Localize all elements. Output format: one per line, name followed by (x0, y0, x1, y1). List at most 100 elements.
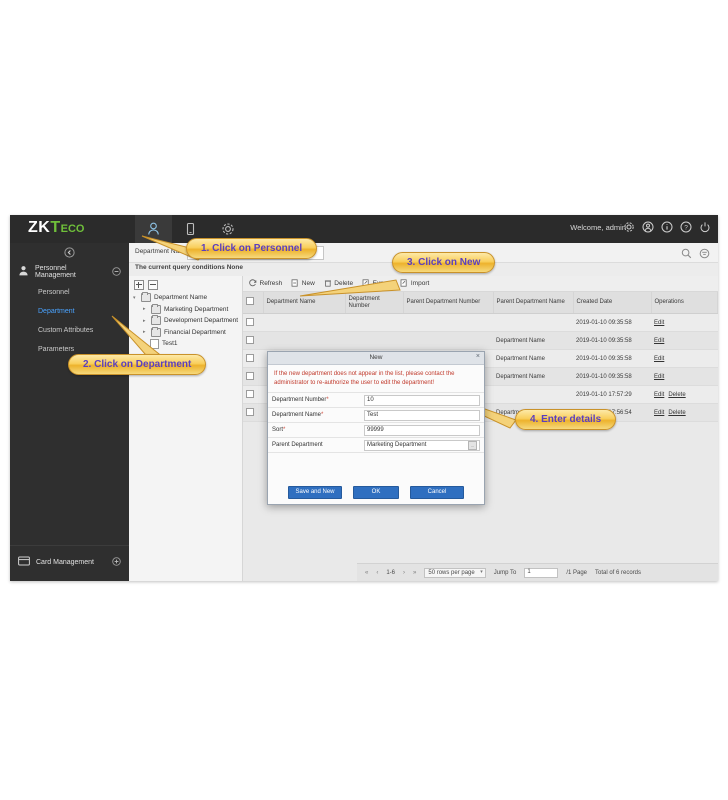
collapse-icon[interactable] (148, 280, 158, 290)
sidebar-item-personnel[interactable]: Personnel (10, 283, 129, 302)
field-row-department-name: Department Name* Test (268, 407, 484, 422)
welcome-text: Welcome, admin (570, 223, 626, 232)
folder-icon (151, 303, 161, 314)
sidebar-collapse-button[interactable] (10, 243, 129, 261)
delete-link[interactable]: Delete (668, 410, 685, 416)
tree-node-root[interactable]: ▾ Department Name (129, 292, 242, 304)
edit-link[interactable]: Edit (654, 320, 664, 326)
callout-1: 1. Click on Personnel (186, 238, 318, 259)
next-page-button[interactable]: › (403, 570, 405, 576)
edit-link[interactable]: Edit (654, 356, 664, 362)
sidebar-group-card-management[interactable]: Card Management (10, 551, 129, 573)
logo-eco-text: ECO (60, 223, 85, 235)
callout-label: 2. Click on Department (68, 354, 207, 375)
power-icon[interactable] (698, 220, 712, 234)
tree-node-label: Marketing Department (164, 305, 229, 313)
prev-page-button[interactable]: ‹ (376, 570, 378, 576)
field-row-department-number: Department Number* 10 (268, 392, 484, 407)
column-created-date[interactable]: Created Date (573, 292, 652, 314)
required-marker: * (326, 397, 329, 403)
info-icon[interactable] (660, 220, 674, 234)
close-icon[interactable]: × (476, 353, 480, 360)
edit-link[interactable]: Edit (654, 374, 664, 380)
jump-to-input[interactable]: 1 (524, 567, 559, 578)
column-parent-department-number[interactable]: Parent Department Number (403, 292, 494, 314)
delete-link[interactable]: Delete (668, 392, 685, 398)
search-tools (681, 246, 710, 264)
callout-tail-3 (299, 279, 401, 297)
select-all-checkbox[interactable] (246, 297, 254, 306)
cell-operations: Edit (651, 367, 718, 386)
jump-to-label: Jump To (493, 569, 517, 576)
gear-icon (221, 222, 235, 236)
zkteco-application-window: ZKTECO Welcome, admin ? Personnel Manage… (10, 215, 718, 581)
row-checkbox[interactable] (246, 389, 254, 398)
callout-label: 1. Click on Personnel (186, 238, 318, 259)
callout-4: 4. Enter details (515, 409, 617, 430)
zkteco-logo: ZKTECO (28, 219, 84, 237)
cell-parent-department-number (403, 313, 493, 332)
cell-operations: Edit (651, 331, 718, 350)
parent-department-select[interactable]: Marketing Department … (364, 439, 480, 451)
refresh-icon (249, 278, 257, 289)
row-checkbox[interactable] (246, 371, 254, 380)
header-icon-group: ? (622, 220, 712, 234)
last-page-button[interactable]: » (413, 570, 416, 576)
sidebar-group-label: Personnel Management (35, 265, 76, 279)
cancel-button[interactable]: Cancel (410, 485, 464, 499)
sidebar-group-personnel-management[interactable]: Personnel Management (10, 261, 129, 283)
cell-department-name (263, 313, 345, 332)
column-parent-department-name[interactable]: Parent Department Name (493, 292, 574, 314)
main-content-area: Department Name The current query condit… (129, 243, 718, 581)
save-and-new-button[interactable]: Save and New (288, 485, 342, 499)
parent-department-value: Marketing Department (367, 442, 427, 448)
first-page-button[interactable]: « (365, 570, 368, 576)
edit-link[interactable]: Edit (654, 338, 664, 344)
row-checkbox[interactable] (246, 335, 254, 344)
chevron-right-icon[interactable]: ▸ (143, 306, 148, 312)
row-checkbox[interactable] (246, 353, 254, 362)
advanced-search-icon[interactable] (699, 246, 710, 264)
cell-created-date: 2019-01-10 09:35:58 (573, 331, 651, 350)
new-department-dialog: New × If the new department does not app… (267, 351, 485, 505)
cell-operations: Edit Delete (651, 403, 718, 422)
ok-button[interactable]: OK (353, 485, 399, 499)
dialog-title-bar: New × (268, 352, 484, 365)
sort-input[interactable]: 99999 (364, 424, 480, 436)
card-icon (18, 553, 30, 571)
expand-toggle-icon[interactable] (112, 553, 121, 571)
tree-toolbar (129, 276, 242, 292)
left-sidebar: Personnel Management Personnel Departmen… (10, 243, 129, 581)
department-name-input[interactable]: Test (364, 409, 480, 421)
cell-department-name (263, 331, 345, 350)
user-icon[interactable] (641, 220, 655, 234)
row-checkbox-cell (243, 403, 263, 422)
field-label: Department Name* (272, 412, 324, 418)
browse-icon[interactable]: … (468, 440, 477, 450)
top-header-bar: ZKTECO Welcome, admin ? (10, 215, 718, 243)
department-number-input[interactable]: 10 (364, 394, 480, 406)
row-checkbox[interactable] (246, 317, 254, 326)
field-label: Parent Department (272, 442, 323, 448)
gear-icon[interactable] (622, 220, 636, 234)
chevron-down-icon[interactable]: ▾ (133, 295, 138, 301)
help-icon[interactable]: ? (679, 220, 693, 234)
table-row[interactable]: 2019-01-10 09:35:58 Edit (243, 313, 718, 332)
row-checkbox[interactable] (246, 407, 254, 416)
required-marker: * (283, 427, 286, 433)
cell-created-date: 2019-01-10 09:35:58 (573, 367, 651, 386)
person-icon (18, 263, 29, 281)
rows-per-page-select[interactable]: 50 rows per page (424, 567, 486, 578)
page-range-label: 1-6 (386, 569, 396, 576)
callout-2: 2. Click on Department (68, 354, 207, 375)
edit-link[interactable]: Edit (654, 410, 664, 416)
collapse-toggle-icon[interactable] (112, 263, 121, 281)
refresh-button[interactable]: Refresh (249, 278, 282, 289)
edit-link[interactable]: Edit (654, 392, 664, 398)
cell-department-number (345, 313, 403, 332)
expand-icon[interactable] (134, 280, 144, 290)
search-icon[interactable] (681, 246, 692, 264)
page-total-label: /1 Page (566, 569, 587, 576)
sidebar-group-label: Card Management (36, 558, 94, 566)
table-row[interactable]: Department Name 2019-01-10 09:35:58 Edit (243, 331, 718, 350)
